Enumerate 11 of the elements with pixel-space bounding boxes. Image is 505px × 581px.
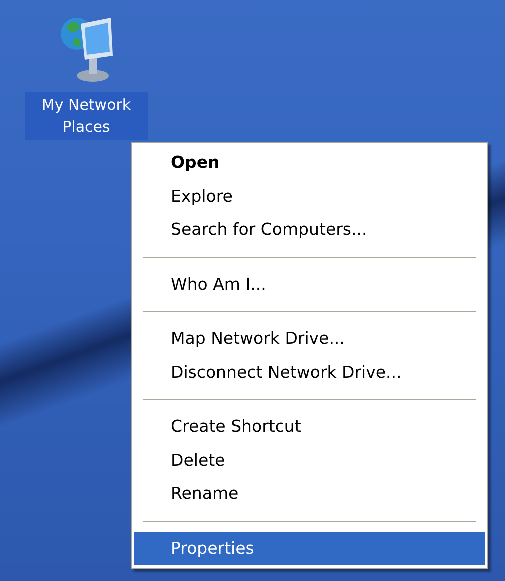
menu-item[interactable]: Explore xyxy=(134,180,485,213)
icon-label[interactable]: My Network Places xyxy=(25,92,148,140)
menu-item[interactable]: Properties xyxy=(134,532,485,565)
menu-item[interactable]: Delete xyxy=(134,444,485,477)
menu-item[interactable]: Disconnect Network Drive... xyxy=(134,356,485,389)
menu-item[interactable]: Map Network Drive... xyxy=(134,322,485,356)
menu-item[interactable]: Rename xyxy=(134,477,485,510)
menu-item[interactable]: Open xyxy=(134,146,485,180)
menu-item[interactable]: Who Am I... xyxy=(134,268,485,301)
menu-item[interactable]: Search for Computers... xyxy=(134,213,485,246)
menu-item[interactable]: Create Shortcut xyxy=(134,410,485,444)
